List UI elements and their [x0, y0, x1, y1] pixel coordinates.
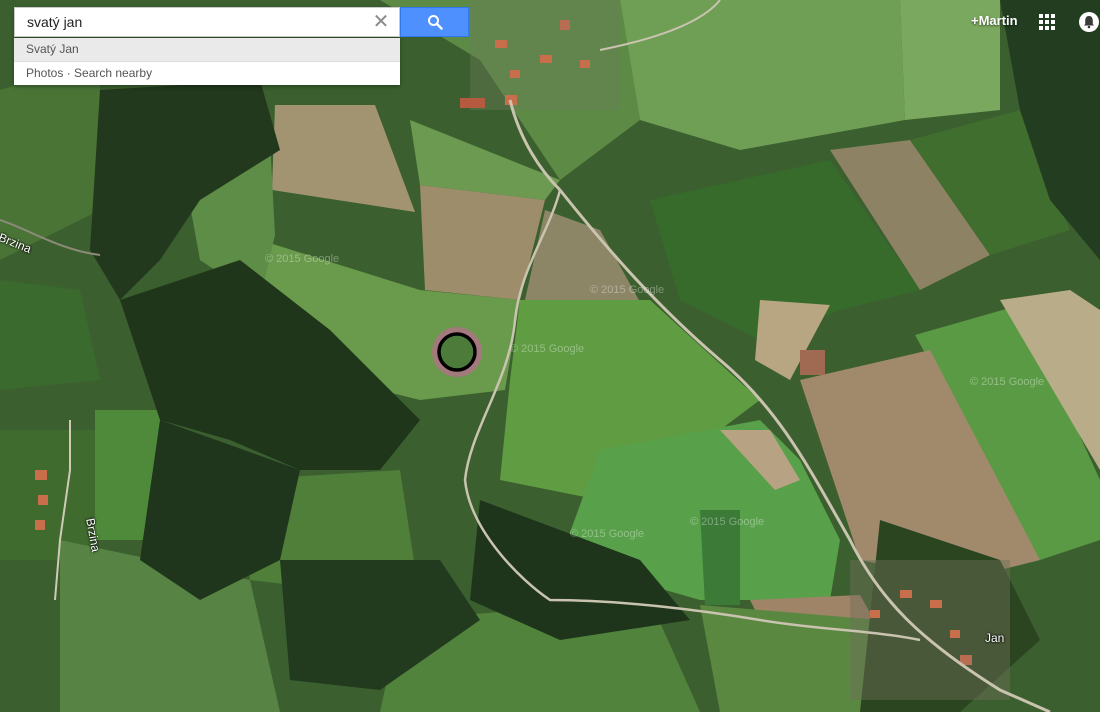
village-label: Jan	[985, 631, 1005, 645]
user-profile-link[interactable]: +Martin	[971, 13, 1018, 28]
search-input[interactable]	[27, 11, 367, 33]
map-watermark: © 2015 Google	[570, 528, 645, 540]
suggestion-item[interactable]: Photos · Search nearby	[14, 62, 400, 85]
map-watermark: © 2015 Google	[590, 284, 665, 296]
apps-grid-icon[interactable]	[1038, 13, 1056, 31]
map-watermark: © 2015 Google	[970, 376, 1045, 388]
search-button[interactable]	[400, 7, 469, 37]
suggestions-dropdown: Svatý Jan Photos · Search nearby	[14, 38, 400, 85]
search-box: ✕	[14, 7, 400, 37]
location-marker[interactable]	[432, 327, 482, 377]
satellite-map[interactable]	[0, 0, 1100, 712]
search-icon	[428, 15, 443, 30]
map-watermark: © 2015 Google	[690, 516, 765, 528]
map-watermark: © 2015 Google	[510, 343, 585, 355]
close-icon[interactable]: ✕	[371, 12, 391, 32]
suggestion-item[interactable]: Svatý Jan	[14, 38, 400, 62]
bell-icon[interactable]	[1078, 11, 1100, 33]
map-watermark: © 2015 Google	[265, 253, 340, 265]
village-north	[460, 0, 620, 110]
